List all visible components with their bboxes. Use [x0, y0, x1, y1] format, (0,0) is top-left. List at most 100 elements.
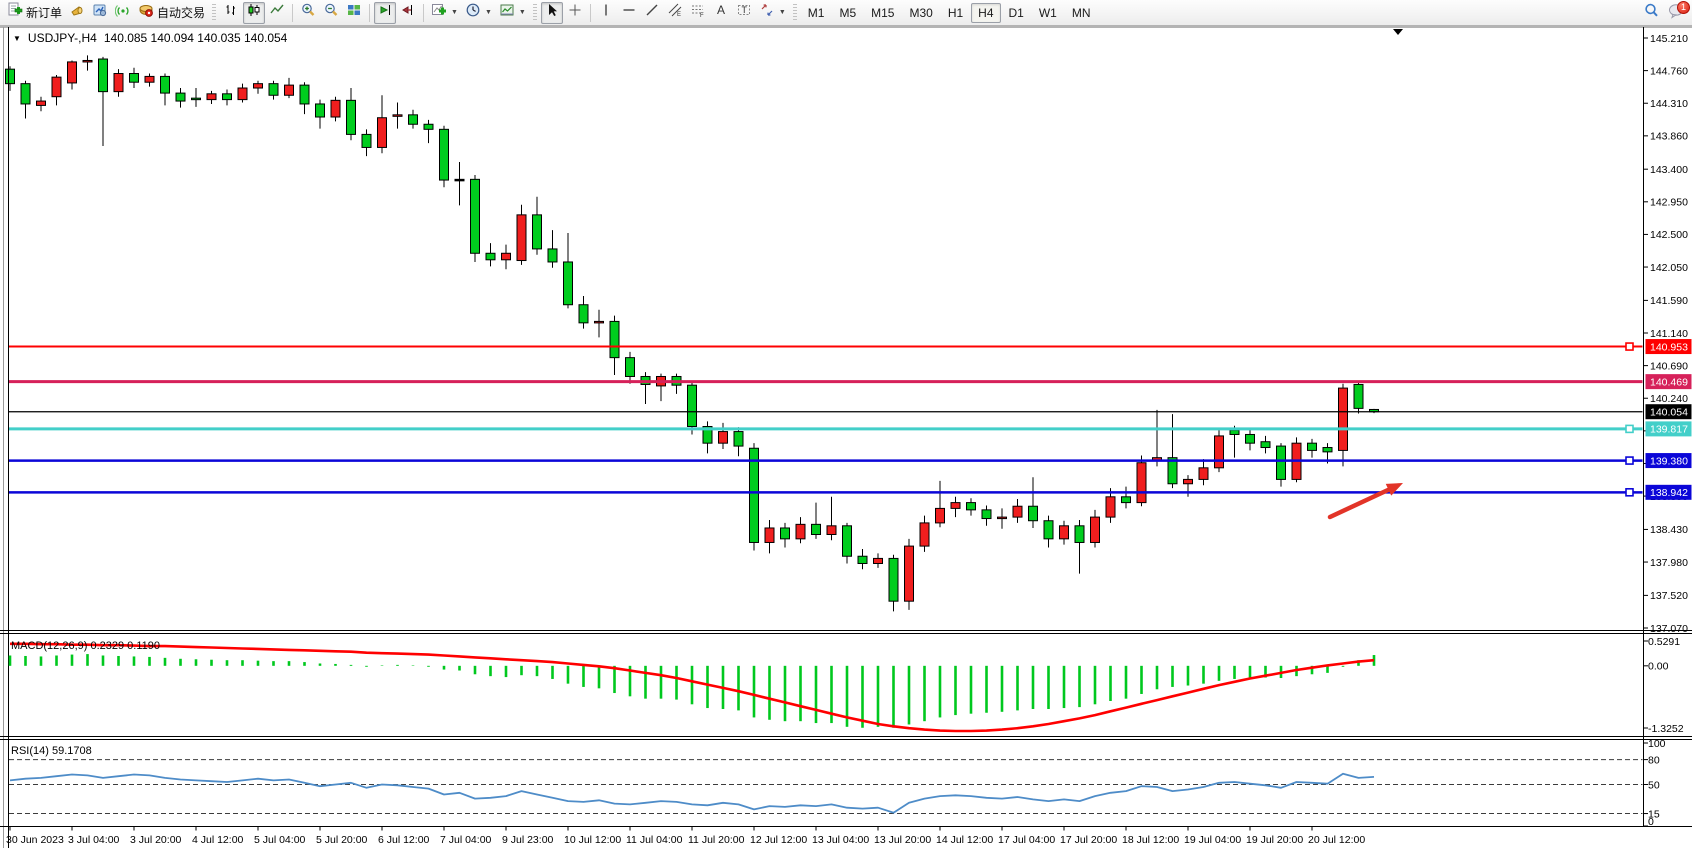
time-tick-label: 30 Jun 2023	[6, 834, 64, 846]
crosshair-button[interactable]	[564, 2, 586, 24]
toolbar-grip[interactable]	[212, 4, 216, 22]
indicators-button[interactable]: ▼	[428, 2, 461, 24]
timeframe-h4[interactable]: H4	[971, 3, 1000, 23]
periods-button[interactable]: ▼	[462, 2, 495, 24]
equidistant-channel-button[interactable]: E	[664, 2, 686, 24]
rsi-tick-label: 50	[1648, 779, 1660, 791]
periods-icon	[465, 2, 481, 23]
chart-title: ▼ USDJPY-,H4 140.085 140.094 140.035 140…	[13, 31, 287, 45]
toolbar-grip[interactable]	[793, 4, 797, 22]
templates-button[interactable]: ▼	[496, 2, 529, 24]
svg-text:E: E	[677, 12, 681, 18]
price-tag-label: 139.380	[1650, 455, 1688, 467]
chevron-down-icon[interactable]: ▼	[13, 34, 21, 43]
timeframe-w1[interactable]: W1	[1032, 3, 1064, 23]
timeframe-mn[interactable]: MN	[1065, 3, 1098, 23]
new-order-label: 新订单	[26, 4, 62, 21]
time-tick-label: 19 Jul 04:00	[1184, 834, 1241, 846]
price-tick-label: 143.860	[1650, 131, 1688, 143]
market-watch-button[interactable]	[66, 2, 88, 24]
line-chart-button[interactable]	[266, 2, 288, 24]
cursor-button[interactable]	[541, 2, 563, 24]
time-tick-label: 7 Jul 04:00	[440, 834, 492, 846]
horizontal-line-button[interactable]	[618, 2, 640, 24]
time-tick-label: 3 Jul 20:00	[130, 834, 182, 846]
timeframe-m5[interactable]: M5	[832, 3, 863, 23]
svg-text:F: F	[700, 13, 704, 18]
price-tag-label: 140.469	[1650, 376, 1688, 388]
chat-button[interactable]: 1	[1664, 2, 1688, 24]
tile-windows-button[interactable]	[343, 2, 365, 24]
text-icon: A	[713, 2, 729, 23]
text-button[interactable]: A	[710, 2, 732, 24]
vertical-line-button[interactable]	[595, 2, 617, 24]
price-tick-label: 142.050	[1650, 262, 1688, 274]
time-tick-label: 5 Jul 04:00	[254, 834, 306, 846]
auto-trading-button[interactable]: 自动交易	[135, 2, 208, 24]
time-tick-label: 6 Jul 12:00	[378, 834, 430, 846]
timeframe-d1[interactable]: D1	[1002, 3, 1031, 23]
auto-scroll-button[interactable]	[374, 2, 396, 24]
time-tick-label: 20 Jul 12:00	[1308, 834, 1365, 846]
signals-button[interactable]	[112, 2, 134, 24]
price-tick-label: 137.980	[1650, 557, 1688, 569]
search-button[interactable]	[1640, 2, 1663, 24]
arrows-button[interactable]: ▼	[756, 2, 789, 24]
chart-shift-button[interactable]	[397, 2, 419, 24]
equidistant-channel-icon: E	[667, 2, 683, 23]
price-tag-label: 140.953	[1650, 341, 1688, 353]
line-handle-marker[interactable]	[1626, 489, 1633, 496]
rsi-label: RSI(14) 59.1708	[11, 745, 92, 757]
data-window-icon	[92, 2, 108, 23]
timeframe-m1[interactable]: M1	[801, 3, 832, 23]
trendline-button[interactable]	[641, 2, 663, 24]
toolbar-grip[interactable]	[533, 4, 537, 22]
vertical-line-icon	[598, 2, 614, 23]
time-tick-label: 13 Jul 20:00	[874, 834, 931, 846]
time-tick-label: 13 Jul 04:00	[812, 834, 869, 846]
timeframe-m30[interactable]: M30	[902, 3, 939, 23]
price-tick-label: 141.140	[1650, 328, 1688, 340]
price-tag-label: 139.817	[1650, 424, 1688, 436]
new-order-button[interactable]: 新订单	[4, 2, 65, 24]
time-tick-label: 19 Jul 20:00	[1246, 834, 1303, 846]
line-handle-marker[interactable]	[1626, 457, 1633, 464]
time-tick-label: 14 Jul 12:00	[936, 834, 993, 846]
candlestick-chart-button[interactable]	[243, 2, 265, 24]
fibonacci-button[interactable]: F	[687, 2, 709, 24]
time-tick-label: 10 Jul 12:00	[564, 834, 621, 846]
horizontal-line-icon	[621, 2, 637, 23]
macd-tick-label: -1.3252	[1648, 723, 1684, 735]
zoom-out-button[interactable]	[320, 2, 342, 24]
timeframe-m15[interactable]: M15	[864, 3, 901, 23]
timeframe-h1[interactable]: H1	[941, 3, 970, 23]
macd-tick-label: 0.00	[1648, 661, 1669, 673]
arrows-icon	[759, 2, 775, 23]
indicators-icon	[431, 2, 447, 23]
price-tick-label: 140.690	[1650, 360, 1688, 372]
text-label-button[interactable]: T	[733, 2, 755, 24]
price-tick-label: 142.500	[1650, 229, 1688, 241]
zoom-in-button[interactable]	[297, 2, 319, 24]
time-tick-label: 17 Jul 20:00	[1060, 834, 1117, 846]
auto-trading-icon	[138, 2, 154, 23]
line-handle-marker[interactable]	[1626, 343, 1633, 350]
toolbar: 新订单 自动交易	[0, 0, 1692, 26]
signals-icon	[115, 2, 131, 23]
tile-windows-icon	[346, 2, 362, 23]
notification-badge: 1	[1677, 1, 1690, 14]
line-handle-marker[interactable]	[1626, 425, 1633, 432]
time-tick-label: 11 Jul 20:00	[688, 834, 745, 846]
data-window-button[interactable]	[89, 2, 111, 24]
market-watch-icon	[69, 2, 85, 23]
price-tick-label: 145.210	[1650, 33, 1688, 45]
chevron-down-icon: ▼	[779, 9, 786, 16]
text-label-icon: T	[736, 2, 752, 23]
price-tick-label: 138.430	[1650, 524, 1688, 536]
time-tick-label: 4 Jul 12:00	[192, 834, 244, 846]
chart-canvas[interactable]: 145.210144.760144.310143.860143.400142.9…	[0, 26, 1692, 850]
price-tick-label: 142.950	[1650, 197, 1688, 209]
time-tick-label: 3 Jul 04:00	[68, 834, 120, 846]
bar-chart-button[interactable]	[220, 2, 242, 24]
search-icon	[1643, 2, 1660, 24]
